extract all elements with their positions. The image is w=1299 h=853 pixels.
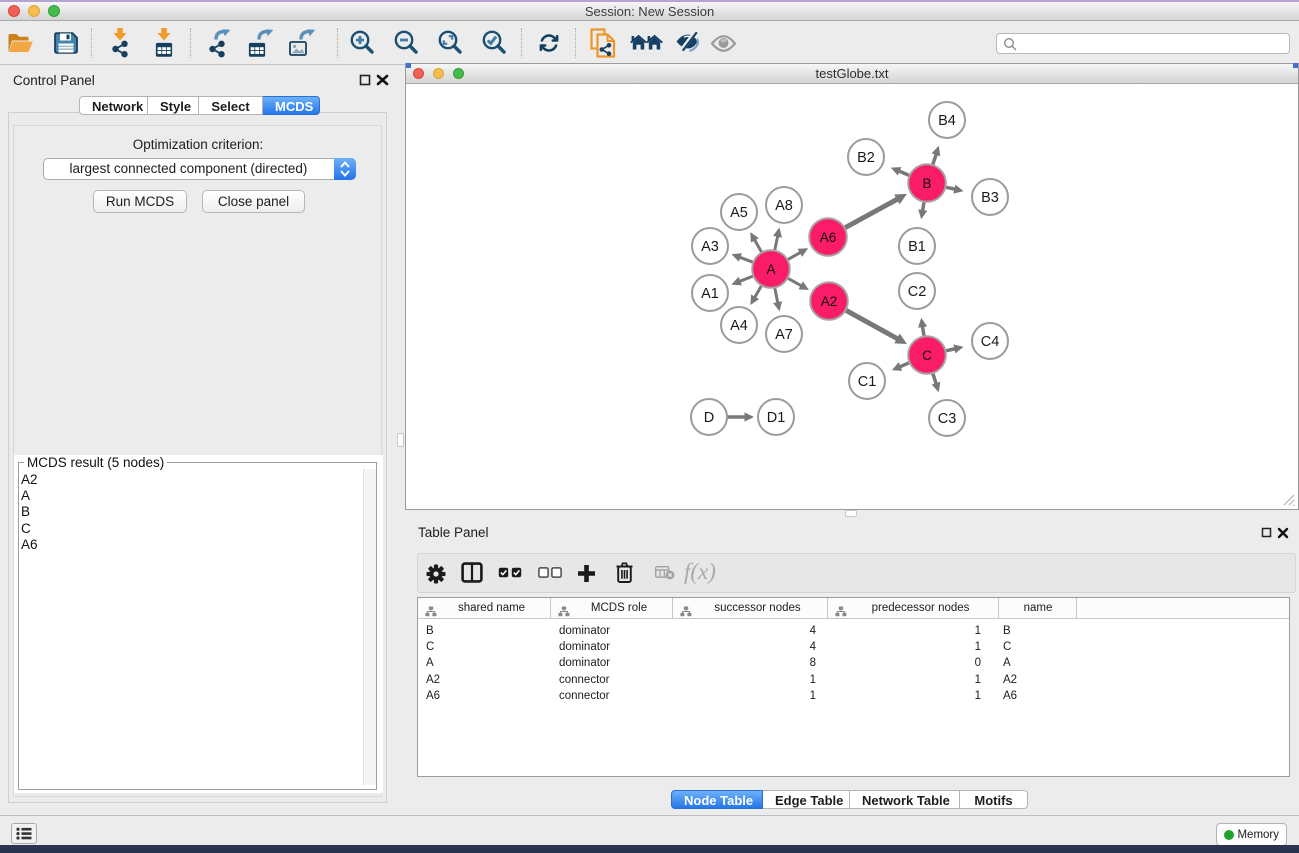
svg-text:A: A [766, 262, 775, 277]
svg-text:C2: C2 [908, 284, 927, 300]
svg-text:A6: A6 [820, 230, 837, 245]
svg-text:A1: A1 [701, 286, 719, 302]
svg-text:C1: C1 [858, 374, 877, 390]
svg-text:B: B [922, 176, 931, 191]
svg-text:D: D [704, 410, 714, 426]
svg-text:A2: A2 [821, 294, 838, 309]
svg-text:B1: B1 [908, 239, 926, 255]
svg-text:C3: C3 [938, 411, 957, 427]
svg-text:A7: A7 [775, 327, 793, 343]
svg-text:B3: B3 [981, 190, 999, 206]
svg-text:A5: A5 [730, 205, 748, 221]
svg-text:A3: A3 [701, 239, 719, 255]
svg-text:C4: C4 [981, 334, 1000, 350]
svg-text:B4: B4 [938, 113, 956, 129]
svg-text:A8: A8 [775, 198, 793, 214]
svg-text:A4: A4 [730, 318, 748, 334]
svg-text:D1: D1 [767, 410, 786, 426]
svg-text:B2: B2 [857, 150, 875, 166]
svg-text:C: C [922, 348, 932, 363]
